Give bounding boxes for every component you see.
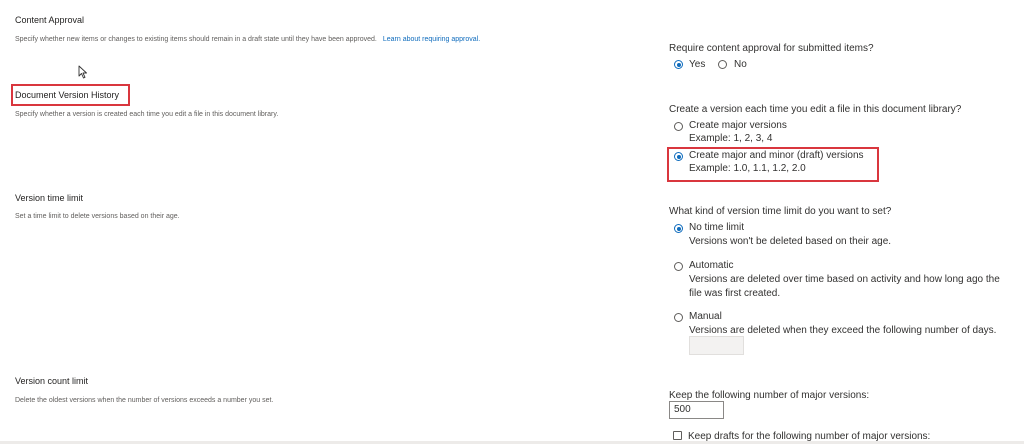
manual-days-input[interactable]	[689, 336, 744, 355]
automatic-desc-line2: file was first created.	[689, 288, 781, 299]
time-limit-description: Set a time limit to delete versions base…	[15, 213, 180, 220]
content-approval-desc-text: Specify whether new items or changes to …	[15, 36, 377, 43]
major-versions-label[interactable]: Create major versions	[689, 120, 787, 131]
time-limit-question: What kind of version time limit do you w…	[669, 206, 892, 217]
no-time-limit-label[interactable]: No time limit	[689, 222, 744, 233]
no-time-limit-desc: Versions won't be deleted based on their…	[689, 236, 892, 247]
version-history-question: Create a version each time you edit a fi…	[669, 104, 962, 115]
version-history-title: Document Version History	[15, 90, 120, 100]
count-limit-description: Delete the oldest versions when the numb…	[15, 397, 274, 404]
minor-versions-highlight	[667, 147, 879, 182]
approval-no-radio[interactable]	[718, 60, 727, 69]
major-versions-example: Example: 1, 2, 3, 4	[689, 133, 773, 144]
manual-radio[interactable]	[674, 313, 683, 322]
automatic-radio[interactable]	[674, 262, 683, 271]
approval-radio-group: Yes No	[673, 59, 753, 71]
content-approval-title: Content Approval	[15, 15, 85, 25]
automatic-label[interactable]: Automatic	[689, 260, 733, 271]
manual-label[interactable]: Manual	[689, 311, 722, 322]
no-time-limit-radio[interactable]	[674, 224, 683, 233]
major-versions-count-label: Keep the following number of major versi…	[669, 390, 870, 401]
keep-drafts-checkbox[interactable]	[673, 431, 682, 440]
major-versions-radio[interactable]	[674, 122, 683, 131]
approval-question: Require content approval for submitted i…	[669, 43, 874, 54]
learn-approval-link[interactable]: Learn about requiring approval.	[383, 36, 480, 43]
count-limit-title: Version count limit	[15, 376, 89, 386]
version-history-description: Specify whether a version is created eac…	[15, 111, 279, 118]
approval-no-label[interactable]: No	[734, 59, 747, 70]
content-approval-description: Specify whether new items or changes to …	[15, 36, 480, 43]
approval-yes-label[interactable]: Yes	[689, 59, 705, 70]
major-versions-count-input[interactable]: 500	[669, 401, 724, 419]
mouse-cursor-icon	[78, 65, 87, 79]
approval-yes-radio[interactable]	[674, 60, 683, 69]
time-limit-title: Version time limit	[15, 193, 84, 203]
automatic-desc-line1: Versions are deleted over time based on …	[689, 274, 1000, 285]
